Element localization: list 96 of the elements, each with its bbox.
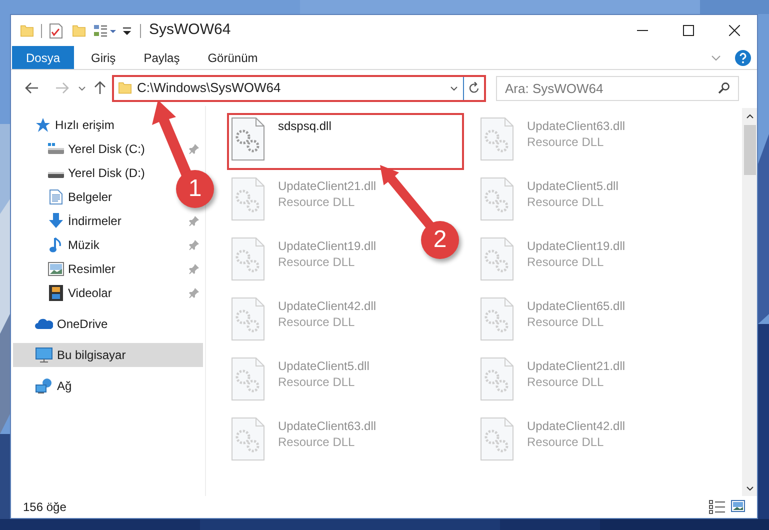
pin-icon[interactable]	[189, 240, 199, 250]
sidebar-item[interactable]: Yerel Disk (D:)	[47, 161, 145, 185]
cloud-icon	[35, 318, 53, 330]
dll-file-icon	[231, 177, 265, 221]
file-name: UpdateClient5.dll	[527, 178, 618, 194]
sidebar-item[interactable]: Ağ	[13, 374, 203, 398]
file-tile[interactable]: sdspsq.dll	[227, 113, 464, 170]
file-name: UpdateClient65.dll	[527, 298, 626, 314]
up-arrow-icon	[94, 81, 106, 95]
sidebar-item[interactable]: Yerel Disk (C:)	[47, 137, 145, 161]
sidebar-item[interactable]: OneDrive	[13, 312, 203, 336]
customize-caret-icon[interactable]	[122, 26, 132, 36]
ribbon-tab[interactable]: Görünüm	[194, 46, 272, 69]
pin-icon[interactable]	[189, 216, 199, 226]
file-type: Resource DLL	[527, 194, 605, 210]
file-name: UpdateClient5.dll	[278, 358, 370, 374]
download-arrow-icon	[48, 213, 64, 229]
pin-icon[interactable]	[189, 264, 199, 274]
pin-icon[interactable]	[189, 288, 199, 298]
image-icon	[48, 262, 64, 276]
search-input[interactable]: Ara: SysWOW64	[499, 76, 718, 100]
properties-icon[interactable]	[94, 24, 116, 38]
file-type: Resource DLL	[527, 254, 605, 270]
sidebar-item[interactable]: İndirmeler	[47, 209, 122, 233]
film-icon	[49, 285, 63, 301]
recent-locations-button[interactable]	[77, 86, 87, 90]
monitor-icon	[35, 347, 53, 363]
sidebar-item[interactable]: Hızlı erişim	[13, 113, 203, 137]
file-type: Resource DLL	[278, 194, 356, 210]
file-name: UpdateClient21.dll	[527, 358, 626, 374]
file-name: UpdateClient21.dll	[278, 178, 376, 194]
network-icon	[35, 378, 53, 394]
dll-file-icon	[231, 297, 265, 341]
forward-arrow-icon	[55, 82, 69, 94]
up-button[interactable]	[93, 81, 107, 95]
scroll-up-icon[interactable]	[746, 114, 754, 119]
scroll-down-icon[interactable]	[746, 486, 754, 491]
scrollbar[interactable]	[742, 108, 757, 496]
search-field[interactable]: Ara: SysWOW64	[496, 76, 739, 100]
file-type: Resource DLL	[527, 374, 605, 390]
file-name: UpdateClient42.dll	[278, 298, 376, 314]
file-type: Resource DLL	[527, 314, 605, 330]
file-name: UpdateClient63.dll	[278, 418, 376, 434]
ribbon-tab[interactable]: Paylaş	[130, 46, 194, 69]
file-type: Resource DLL	[278, 254, 356, 270]
pin-icon[interactable]	[189, 144, 199, 154]
file-type: Resource DLL	[278, 314, 356, 330]
large-icons-view-icon[interactable]	[731, 500, 745, 512]
checklist-icon[interactable]	[49, 22, 63, 38]
expand-ribbon-chevron-icon[interactable]	[711, 54, 721, 60]
dll-file-icon	[480, 177, 514, 221]
file-type: Resource DLL	[527, 434, 605, 450]
back-button[interactable]	[23, 82, 41, 94]
window-title: SysWOW64	[149, 20, 231, 40]
details-view-icon[interactable]	[709, 500, 725, 514]
dll-file-icon	[231, 357, 265, 401]
dll-file-icon	[231, 417, 265, 461]
file-type: Resource DLL	[527, 134, 605, 150]
file-name: UpdateClient63.dll	[527, 118, 626, 134]
refresh-icon	[468, 82, 480, 94]
sidebar-item[interactable]: Videolar	[47, 281, 112, 305]
dll-file-icon	[480, 297, 514, 341]
item-count: 156 öğe	[23, 499, 66, 516]
chevron-down-icon	[78, 86, 86, 90]
dll-file-icon	[480, 237, 514, 281]
file-name: UpdateClient19.dll	[527, 238, 626, 254]
back-arrow-icon	[25, 82, 39, 94]
file-name: UpdateClient42.dll	[527, 418, 626, 434]
search-icon	[718, 82, 730, 94]
drive-icon	[47, 143, 65, 155]
file-name: UpdateClient19.dll	[278, 238, 376, 254]
maximize-icon	[682, 25, 694, 36]
file-type: Resource DLL	[278, 434, 356, 450]
dll-file-icon	[480, 357, 514, 401]
close-icon	[728, 25, 740, 36]
star-icon	[35, 117, 51, 133]
address-path: C:\Windows\SysWOW64	[137, 79, 281, 98]
dll-file-icon	[480, 417, 514, 461]
ribbon-tab[interactable]: Giriş	[77, 46, 130, 69]
sidebar-item[interactable]: Belgeler	[47, 185, 112, 209]
file-name: sdspsq.dll	[278, 118, 332, 134]
sidebar-item[interactable]: Müzik	[47, 233, 100, 257]
dll-file-icon	[231, 117, 265, 161]
chevron-down-icon	[450, 86, 458, 90]
folder-icon	[118, 80, 132, 96]
file-type: Resource DLL	[278, 374, 356, 390]
sidebar-item[interactable]: Resimler	[47, 257, 116, 281]
ribbon-tab[interactable]: Dosya	[12, 46, 74, 69]
sidebar-item[interactable]: Bu bilgisayar	[13, 343, 203, 367]
scrollbar-thumb[interactable]	[744, 125, 756, 175]
dll-file-icon	[480, 117, 514, 161]
address-field[interactable]: C:\Windows\SysWOW64	[112, 74, 486, 102]
document-icon	[49, 189, 63, 205]
dll-file-icon	[231, 237, 265, 281]
help-icon[interactable]	[735, 50, 751, 66]
music-note-icon	[49, 237, 63, 253]
